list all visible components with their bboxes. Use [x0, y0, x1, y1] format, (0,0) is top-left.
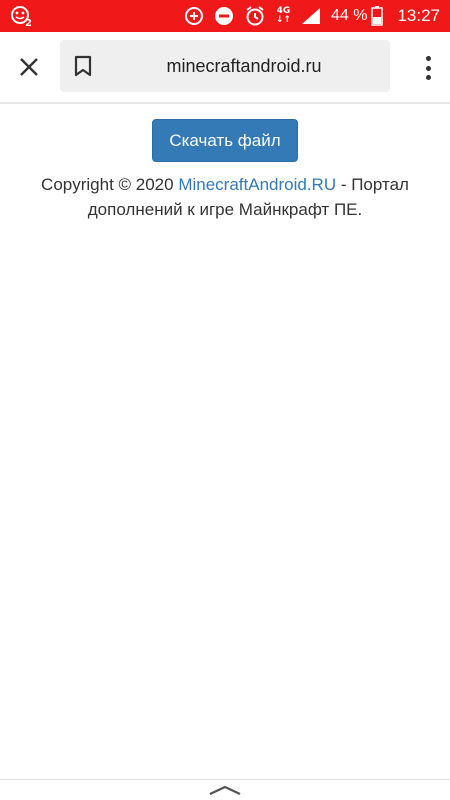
- more-vert-dot: [425, 75, 431, 80]
- footer-prefix: Copyright © 2020: [41, 175, 179, 194]
- more-menu-button[interactable]: [424, 56, 432, 80]
- footer-copyright: Copyright © 2020 MinecraftAndroid.RU - П…: [25, 172, 425, 222]
- do-not-disturb-icon: [214, 6, 234, 26]
- battery-percent: 44 %: [330, 7, 368, 24]
- data-saver-icon: [184, 6, 204, 26]
- browser-toolbar: minecraftandroid.ru: [0, 32, 450, 104]
- bookmark-button[interactable]: [72, 54, 94, 78]
- more-vert-icon: [425, 56, 431, 61]
- url-text[interactable]: minecraftandroid.ru: [108, 40, 380, 92]
- close-icon: [20, 58, 38, 76]
- battery-icon: [371, 6, 384, 26]
- notification-badge-icon: 2: [10, 5, 36, 29]
- url-bar[interactable]: minecraftandroid.ru: [60, 40, 390, 92]
- network-4g-icon: 4G ↓↑: [275, 6, 291, 25]
- bookmark-icon: [74, 55, 92, 77]
- signal-icon: [301, 7, 321, 25]
- bottom-sheet-handle[interactable]: [0, 779, 450, 800]
- close-button[interactable]: [14, 54, 44, 80]
- download-file-button[interactable]: Скачать файл: [152, 119, 298, 162]
- clock: 13:27: [397, 6, 440, 25]
- status-bar: 2 4G ↓↑ 44 % 13:27: [0, 0, 450, 32]
- site-link[interactable]: MinecraftAndroid.RU: [178, 175, 336, 194]
- alarm-icon: [244, 5, 266, 27]
- page-content: Скачать файл Copyright © 2020 MinecraftA…: [0, 104, 450, 222]
- svg-text:2: 2: [25, 18, 32, 27]
- chevron-up-icon: [209, 785, 241, 795]
- more-vert-dot: [425, 65, 431, 71]
